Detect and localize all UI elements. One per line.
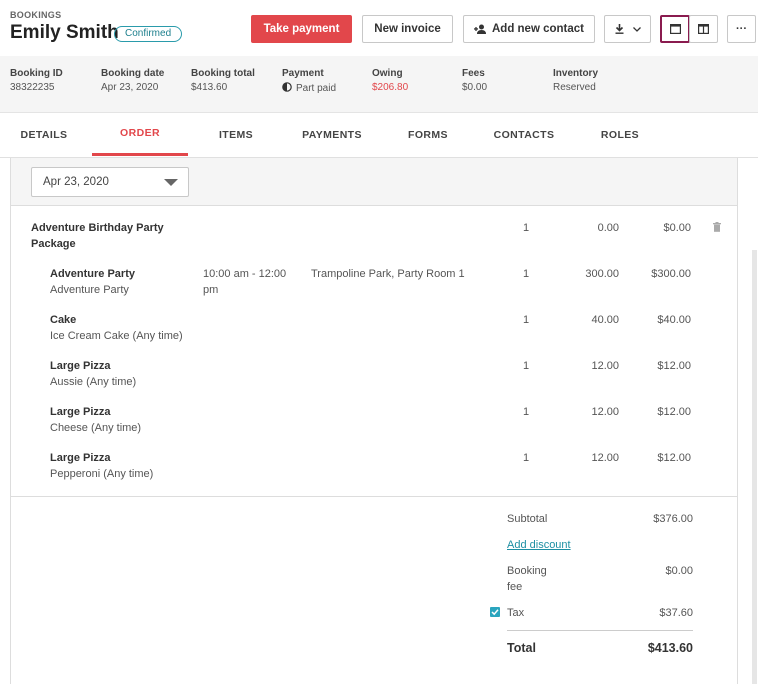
tab-details[interactable]: DETAILS <box>0 113 88 157</box>
summary-payment: Payment Part paid <box>282 68 337 95</box>
tax-row: Tax <box>490 605 525 621</box>
tax-label: Tax <box>507 607 525 619</box>
item-location: Trampoline Park, Party Room 1 <box>311 268 465 280</box>
take-payment-button[interactable]: Take payment <box>251 15 352 43</box>
add-contact-label: Add new contact <box>491 23 584 35</box>
item-name: Large Pizza <box>50 452 111 464</box>
item-qty: 1 <box>523 268 530 280</box>
item-detail: Cheese (Any time) <box>50 422 142 434</box>
item-detail: Adventure Party <box>50 284 129 296</box>
item-time: 10:00 am - 12:00 <box>203 268 287 280</box>
item-total: $40.00 <box>657 314 691 326</box>
tab-items[interactable]: ITEMS <box>188 113 284 157</box>
breadcrumb[interactable]: BOOKINGS <box>10 10 61 20</box>
split-view-button[interactable] <box>689 15 718 43</box>
item-price: 40.00 <box>591 314 619 326</box>
customer-name: Emily Smith <box>10 22 119 43</box>
summary-inventory: Inventory Reserved <box>553 68 599 93</box>
page-header: BOOKINGS Emily Smith Confirmed Take paym… <box>0 0 758 56</box>
item-detail: Ice Cream Cake (Any time) <box>50 330 183 342</box>
package-name-cont: Package <box>31 238 76 250</box>
package-name: Adventure Birthday Party <box>31 222 164 234</box>
dropdown-caret-icon <box>164 179 178 186</box>
date-filter-bar: Apr 23, 2020 <box>11 158 737 206</box>
item-total: $12.00 <box>657 406 691 418</box>
download-icon <box>615 24 624 34</box>
item-name: Cake <box>50 314 77 326</box>
tab-forms[interactable]: FORMS <box>380 113 476 157</box>
item-name: Large Pizza <box>50 406 111 418</box>
scrollbar[interactable] <box>752 250 757 684</box>
total-value: $413.60 <box>647 641 693 655</box>
item-price: 12.00 <box>591 452 619 464</box>
trash-icon[interactable] <box>713 222 721 235</box>
item-name: Large Pizza <box>50 360 111 372</box>
more-options-button[interactable]: ··· <box>727 15 756 43</box>
item-name: Adventure Party <box>50 268 135 280</box>
add-contact-button[interactable]: Add new contact <box>463 15 595 43</box>
summary-booking-id: Booking ID 38322235 <box>10 68 63 93</box>
part-paid-icon <box>282 82 292 95</box>
more-icon: ··· <box>736 23 747 35</box>
date-select[interactable]: Apr 23, 2020 <box>31 167 189 197</box>
item-price: 12.00 <box>591 360 619 372</box>
payment-status: Part paid <box>296 83 337 94</box>
date-select-value: Apr 23, 2020 <box>43 176 109 188</box>
split-view-icon <box>698 24 709 34</box>
package-qty: 1 <box>523 222 530 234</box>
chevron-down-icon <box>632 26 641 32</box>
order-panel: Apr 23, 2020 Adventure Birthday Party Pa… <box>10 158 738 684</box>
tab-roles[interactable]: ROLES <box>572 113 668 157</box>
window-icon <box>669 24 681 34</box>
booking-fee-label: Booking <box>507 565 547 577</box>
item-detail: Pepperoni (Any time) <box>50 468 154 480</box>
item-total: $12.00 <box>657 360 691 372</box>
tab-payments[interactable]: PAYMENTS <box>284 113 380 157</box>
summary-booking-total: Booking total $413.60 <box>191 68 255 93</box>
item-qty: 1 <box>523 314 530 326</box>
item-qty: 1 <box>523 360 530 372</box>
booking-fee-value: $0.00 <box>665 565 693 577</box>
tab-order[interactable]: ORDER <box>92 113 188 156</box>
item-total: $12.00 <box>657 452 691 464</box>
item-qty: 1 <box>523 452 530 464</box>
section-divider <box>11 496 737 497</box>
total-label: Total <box>507 641 536 655</box>
booking-summary: Booking ID 38322235 Booking date Apr 23,… <box>0 56 758 113</box>
item-time-cont: pm <box>203 284 219 296</box>
item-detail: Aussie (Any time) <box>50 376 137 388</box>
summary-fees: Fees $0.00 <box>462 68 488 93</box>
download-menu-button[interactable] <box>604 15 651 43</box>
tax-value: $37.60 <box>659 607 693 619</box>
subtotal-label: Subtotal <box>507 513 548 525</box>
booking-fee-label-cont: fee <box>507 581 523 593</box>
summary-booking-date: Booking date Apr 23, 2020 <box>101 68 165 93</box>
add-discount-link[interactable]: Add discount <box>507 537 571 553</box>
item-qty: 1 <box>523 406 530 418</box>
tax-checkbox[interactable] <box>490 607 500 617</box>
add-person-icon <box>473 24 487 35</box>
status-badge: Confirmed <box>114 26 183 42</box>
item-price: 12.00 <box>591 406 619 418</box>
tab-contacts[interactable]: CONTACTS <box>476 113 572 157</box>
tab-bar: DETAILS ORDER ITEMS PAYMENTS FORMS CONTA… <box>0 113 758 158</box>
item-total: $300.00 <box>651 268 691 280</box>
summary-owing: Owing $206.80 <box>372 68 409 93</box>
totals-divider <box>507 630 693 631</box>
new-invoice-button[interactable]: New invoice <box>362 15 453 43</box>
package-total: $0.00 <box>663 222 691 234</box>
single-pane-view-button[interactable] <box>660 15 690 43</box>
subtotal-value: $376.00 <box>653 513 693 525</box>
package-price: 0.00 <box>597 222 619 234</box>
item-price: 300.00 <box>585 268 619 280</box>
